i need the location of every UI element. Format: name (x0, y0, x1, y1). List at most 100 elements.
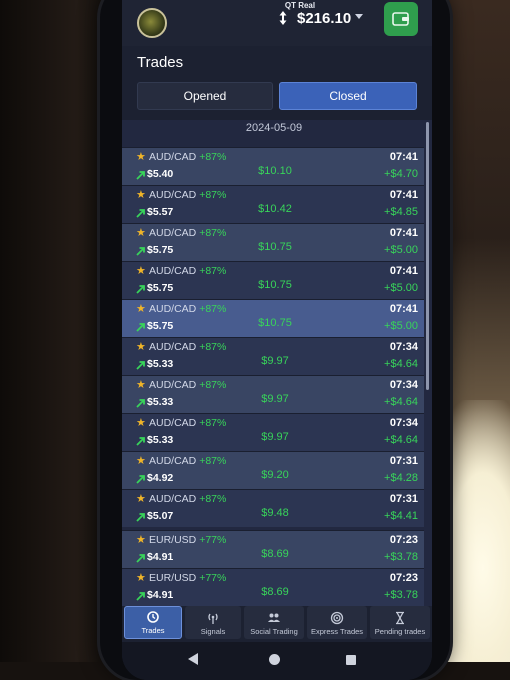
trade-total: $10.75 (258, 279, 292, 291)
nav-signals[interactable]: Signals (185, 606, 241, 639)
star-icon[interactable]: ★ (136, 304, 147, 315)
home-icon[interactable] (269, 654, 280, 665)
trade-pair: AUD/CAD (149, 303, 197, 315)
trade-time: 07:41 (389, 151, 418, 163)
trade-amount: $5.33 (147, 434, 174, 446)
arrow-up-icon (136, 171, 145, 180)
account-balance[interactable]: $216.10 (297, 10, 351, 27)
trade-row[interactable]: ★ AUD/CAD +87% $5.33 $9.97 07:34 +$4.64 (122, 337, 424, 375)
arrow-up-icon (136, 209, 145, 218)
star-icon[interactable]: ★ (136, 380, 147, 391)
trade-pair: AUD/CAD (149, 189, 197, 201)
trade-payout: +87% (199, 151, 227, 163)
arrow-up-icon (136, 399, 145, 408)
trade-payout: +87% (199, 227, 227, 239)
trade-time: 07:34 (389, 379, 418, 391)
trade-amount: $5.75 (147, 320, 174, 332)
tab-closed[interactable]: Closed (279, 82, 417, 110)
trade-time: 07:34 (389, 417, 418, 429)
trade-total: $8.69 (261, 586, 289, 598)
trade-pair: AUD/CAD (149, 227, 197, 239)
trade-time: 07:41 (389, 303, 418, 315)
arrow-up-icon (136, 592, 145, 601)
trade-row[interactable]: ★ AUD/CAD +87% $5.07 $9.48 07:31 +$4.41 (122, 489, 424, 527)
trade-row[interactable]: ★ AUD/CAD +87% $5.75 $10.75 07:41 +$5.00 (122, 223, 424, 261)
trade-row[interactable]: ★ AUD/CAD +87% $5.33 $9.97 07:34 +$4.64 (122, 375, 424, 413)
top-bar: QT Real $216.10 (122, 0, 432, 46)
trade-pair: AUD/CAD (149, 417, 197, 429)
trade-profit: +$4.41 (384, 510, 418, 522)
back-icon[interactable] (188, 653, 198, 665)
trade-row[interactable]: ★ EUR/USD +77% $4.91 $8.69 07:23 +$3.78 (122, 568, 424, 606)
chevron-down-icon[interactable] (355, 14, 363, 19)
trade-profit: +$4.64 (384, 434, 418, 446)
trade-profit: +$4.70 (384, 168, 418, 180)
wallet-icon (392, 12, 409, 26)
trade-amount: $5.07 (147, 510, 174, 522)
star-icon[interactable]: ★ (136, 152, 147, 163)
star-icon[interactable]: ★ (136, 266, 147, 277)
tab-opened[interactable]: Opened (137, 82, 273, 110)
trade-pair: AUD/CAD (149, 151, 197, 163)
hourglass-icon (396, 611, 404, 625)
trade-row[interactable]: ★ EUR/USD +77% $4.91 $8.69 07:23 +$3.78 (122, 530, 424, 568)
swap-icon (279, 11, 287, 25)
trade-total: $10.75 (258, 241, 292, 253)
nav-express-trades[interactable]: Express Trades (307, 606, 367, 639)
nav-trades[interactable]: Trades (124, 606, 182, 639)
star-icon[interactable]: ★ (136, 535, 147, 546)
trade-payout: +87% (199, 493, 227, 505)
trade-pair: AUD/CAD (149, 341, 197, 353)
trade-profit: +$5.00 (384, 320, 418, 332)
trade-time: 07:34 (389, 341, 418, 353)
trade-payout: +87% (199, 189, 227, 201)
star-icon[interactable]: ★ (136, 418, 147, 429)
trade-total: $10.42 (258, 203, 292, 215)
star-icon[interactable]: ★ (136, 494, 147, 505)
trade-amount: $5.75 (147, 244, 174, 256)
trade-profit: +$3.78 (384, 551, 418, 563)
trade-row[interactable]: ★ AUD/CAD +87% $5.75 $10.75 07:41 +$5.00 (122, 299, 424, 337)
arrow-up-icon (136, 475, 145, 484)
nav-label: Pending trades (374, 627, 426, 636)
trade-pair: EUR/USD (149, 534, 197, 546)
trade-payout: +87% (199, 417, 227, 429)
target-icon (330, 611, 344, 625)
arrow-up-icon (136, 554, 145, 563)
star-icon[interactable]: ★ (136, 456, 147, 467)
scrollbar[interactable] (426, 122, 429, 390)
trade-pair: AUD/CAD (149, 265, 197, 277)
trade-time: 07:41 (389, 227, 418, 239)
trade-pair: AUD/CAD (149, 379, 197, 391)
trade-row[interactable]: ★ AUD/CAD +87% $5.33 $9.97 07:34 +$4.64 (122, 413, 424, 451)
trade-payout: +77% (199, 534, 227, 546)
arrow-up-icon (136, 323, 145, 332)
trade-time: 07:41 (389, 189, 418, 201)
trade-payout: +87% (199, 379, 227, 391)
recent-apps-icon[interactable] (346, 655, 356, 665)
trade-amount: $5.33 (147, 358, 174, 370)
trade-total: $10.75 (258, 317, 292, 329)
avatar[interactable] (137, 8, 167, 38)
star-icon[interactable]: ★ (136, 190, 147, 201)
page-title: Trades (137, 54, 184, 71)
trade-row[interactable]: ★ AUD/CAD +87% $5.75 $10.75 07:41 +$5.00 (122, 261, 424, 299)
trade-amount: $4.91 (147, 551, 174, 563)
trade-row[interactable]: ★ AUD/CAD +87% $5.40 $10.10 07:41 +$4.70 (122, 147, 424, 185)
trade-row[interactable]: ★ AUD/CAD +87% $5.57 $10.42 07:41 +$4.85 (122, 185, 424, 223)
star-icon[interactable]: ★ (136, 228, 147, 239)
arrow-up-icon (136, 285, 145, 294)
nav-label: Signals (200, 627, 226, 636)
nav-pending-trades[interactable]: Pending trades (370, 606, 430, 639)
star-icon[interactable]: ★ (136, 342, 147, 353)
trade-payout: +77% (199, 572, 227, 584)
trade-amount: $4.91 (147, 589, 174, 601)
star-icon[interactable]: ★ (136, 573, 147, 584)
trade-amount: $4.92 (147, 472, 174, 484)
nav-social-trading[interactable]: Social Trading (244, 606, 304, 639)
account-type-label: QT Real (284, 1, 316, 10)
trade-payout: +87% (199, 455, 227, 467)
wallet-button[interactable] (384, 2, 418, 36)
trade-row[interactable]: ★ AUD/CAD +87% $4.92 $9.20 07:31 +$4.28 (122, 451, 424, 489)
arrow-up-icon (136, 513, 145, 522)
